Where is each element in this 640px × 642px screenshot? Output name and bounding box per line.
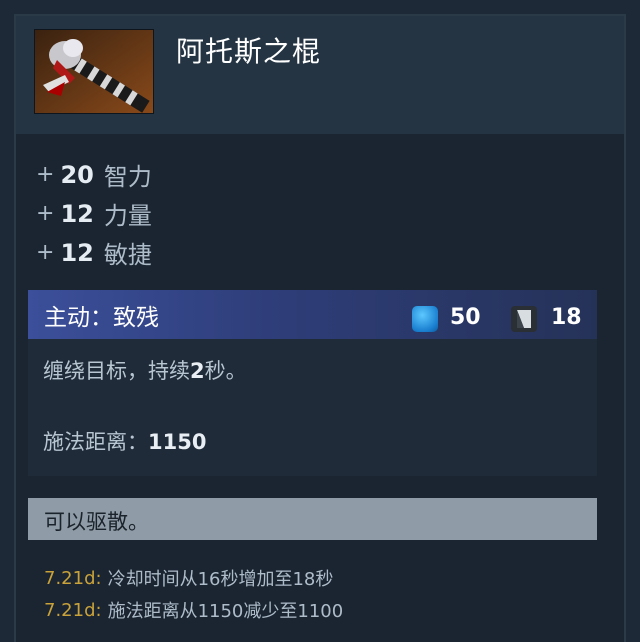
cast-range-value: 1150 [148,430,207,454]
active-ability-title: 主动：致残 [44,305,159,331]
stat-label: 敏捷 [103,241,152,269]
item-name: 阿托斯之棍 [176,35,322,68]
description-suffix: 秒。 [204,359,247,383]
patch-text: 冷却时间从16秒增加至18秒 [107,569,334,590]
patch-note: 7.21d: 冷却时间从16秒增加至18秒 [44,562,343,594]
cooldown-icon [511,306,537,332]
mana-cost: 50 [450,305,481,330]
cast-range: 施法距离：1150 [43,426,206,456]
stat-row: + 20 智力 [36,155,152,194]
patch-note: 7.21d: 施法距离从1150减少至1100 [44,594,343,626]
stat-value: 12 [60,199,94,228]
patch-version: 7.21d: [44,599,102,621]
ability-description: 缠绕目标，持续2秒。 [43,355,247,385]
stat-label: 力量 [103,202,152,230]
cast-range-label: 施法距离： [43,430,148,454]
mana-icon [412,306,438,332]
stat-plus: + [36,201,55,226]
stat-row: + 12 敏捷 [36,233,152,272]
item-tooltip: 阿托斯之棍 + 20 智力 + 12 力量 + 12 敏捷 主动：致残 50 1… [0,0,640,642]
cooldown-value: 18 [551,305,582,330]
rod-of-atos-icon [34,29,154,114]
stat-list: + 20 智力 + 12 力量 + 12 敏捷 [36,155,152,272]
description-text: 缠绕目标，持续 [43,359,190,383]
stat-plus: + [36,240,55,265]
stat-value: 20 [60,160,94,189]
patch-version: 7.21d: [44,567,102,589]
stat-label: 智力 [103,163,152,191]
duration-value: 2 [190,359,205,383]
dispel-text: 可以驱散。 [44,510,149,534]
stat-value: 12 [60,238,94,267]
patch-notes: 7.21d: 冷却时间从16秒增加至18秒 7.21d: 施法距离从1150减少… [44,562,343,626]
stat-plus: + [36,162,55,187]
stat-row: + 12 力量 [36,194,152,233]
patch-text: 施法距离从1150减少至1100 [107,601,344,622]
